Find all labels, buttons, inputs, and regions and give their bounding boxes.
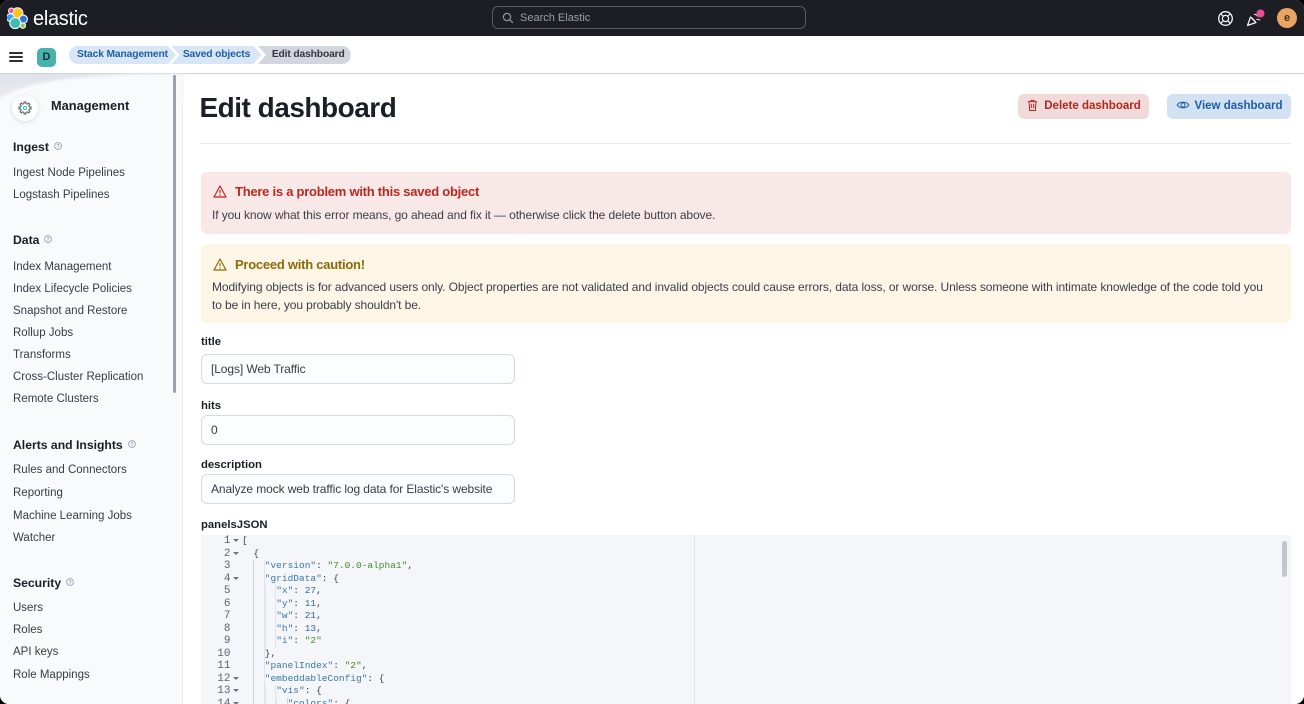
svg-text:?: ? xyxy=(47,237,50,243)
svg-text:?: ? xyxy=(68,580,71,586)
svg-text:?: ? xyxy=(130,442,133,448)
svg-text:?: ? xyxy=(56,144,59,150)
